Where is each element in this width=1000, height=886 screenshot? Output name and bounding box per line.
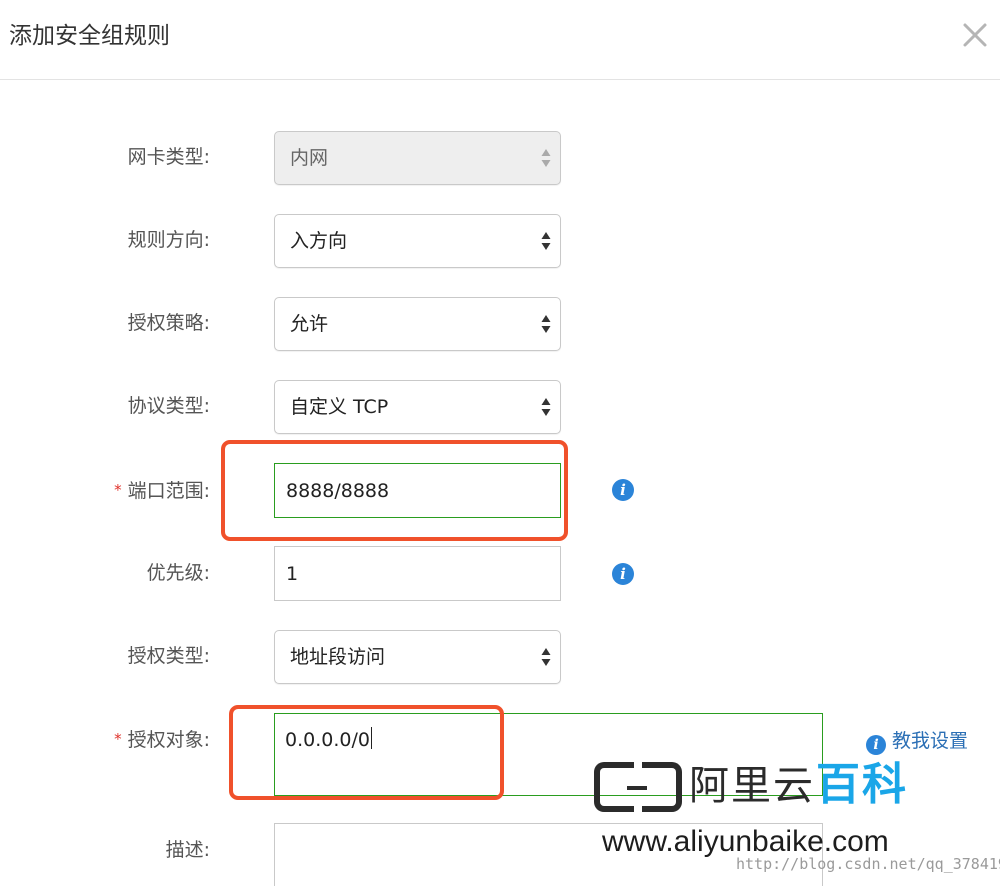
protocol-type-select[interactable]: 自定义 TCP: [274, 380, 561, 434]
info-icon[interactable]: i: [612, 479, 634, 501]
select-arrows-icon: [541, 398, 551, 416]
priority-input[interactable]: 1: [274, 546, 561, 601]
nic-type-label: 网卡类型:: [127, 146, 210, 168]
text-caret: [370, 727, 372, 749]
required-mark: *: [114, 730, 122, 748]
info-icon: i: [866, 735, 886, 755]
close-icon[interactable]: [958, 18, 992, 52]
auth-policy-select[interactable]: 允许: [274, 297, 561, 351]
rule-direction-value: 入方向: [290, 230, 348, 252]
auth-type-label: 授权类型:: [127, 645, 210, 667]
nic-type-select[interactable]: 内网: [274, 131, 561, 185]
rule-direction-label: 规则方向:: [127, 229, 210, 251]
watermark-brand-blue: 百科: [816, 759, 908, 810]
description-label: 描述:: [165, 839, 210, 861]
dialog-title: 添加安全组规则: [9, 23, 170, 49]
priority-value: 1: [286, 563, 299, 585]
auth-object-value: 0.0.0.0/0: [285, 727, 372, 751]
auth-type-select[interactable]: 地址段访问: [274, 630, 561, 684]
watermark-bracket-right: [642, 762, 682, 812]
watermark-brand-dark: 阿里云: [689, 763, 815, 809]
auth-type-value: 地址段访问: [290, 646, 386, 668]
select-arrows-icon: [541, 648, 551, 666]
watermark-dash: [627, 786, 647, 790]
help-setup-link[interactable]: i 教我设置: [866, 728, 968, 755]
select-arrows-icon: [541, 315, 551, 333]
auth-object-label: * 授权对象:: [114, 729, 210, 751]
watermark-logo: 阿里云 百科: [594, 759, 924, 816]
info-icon[interactable]: i: [612, 563, 634, 585]
dialog-header: 添加安全组规则: [0, 0, 1000, 80]
priority-label: 优先级:: [146, 562, 210, 584]
port-range-label: * 端口范围:: [114, 480, 210, 502]
required-mark: *: [114, 481, 122, 499]
auth-policy-label: 授权策略:: [127, 312, 210, 334]
auth-policy-value: 允许: [290, 313, 329, 335]
help-setup-text: 教我设置: [892, 730, 969, 752]
port-range-value: 8888/8888: [286, 480, 390, 502]
close-button[interactable]: [958, 18, 992, 52]
port-range-input[interactable]: 8888/8888: [274, 463, 561, 518]
protocol-type-value: 自定义 TCP: [290, 396, 389, 418]
nic-type-value: 内网: [290, 147, 329, 169]
select-arrows-icon: [541, 232, 551, 250]
protocol-type-label: 协议类型:: [127, 395, 210, 417]
rule-direction-select[interactable]: 入方向: [274, 214, 561, 268]
select-arrows-icon: [541, 149, 551, 167]
watermark-blog-url: http://blog.csdn.net/qq_37841991: [736, 855, 1000, 873]
